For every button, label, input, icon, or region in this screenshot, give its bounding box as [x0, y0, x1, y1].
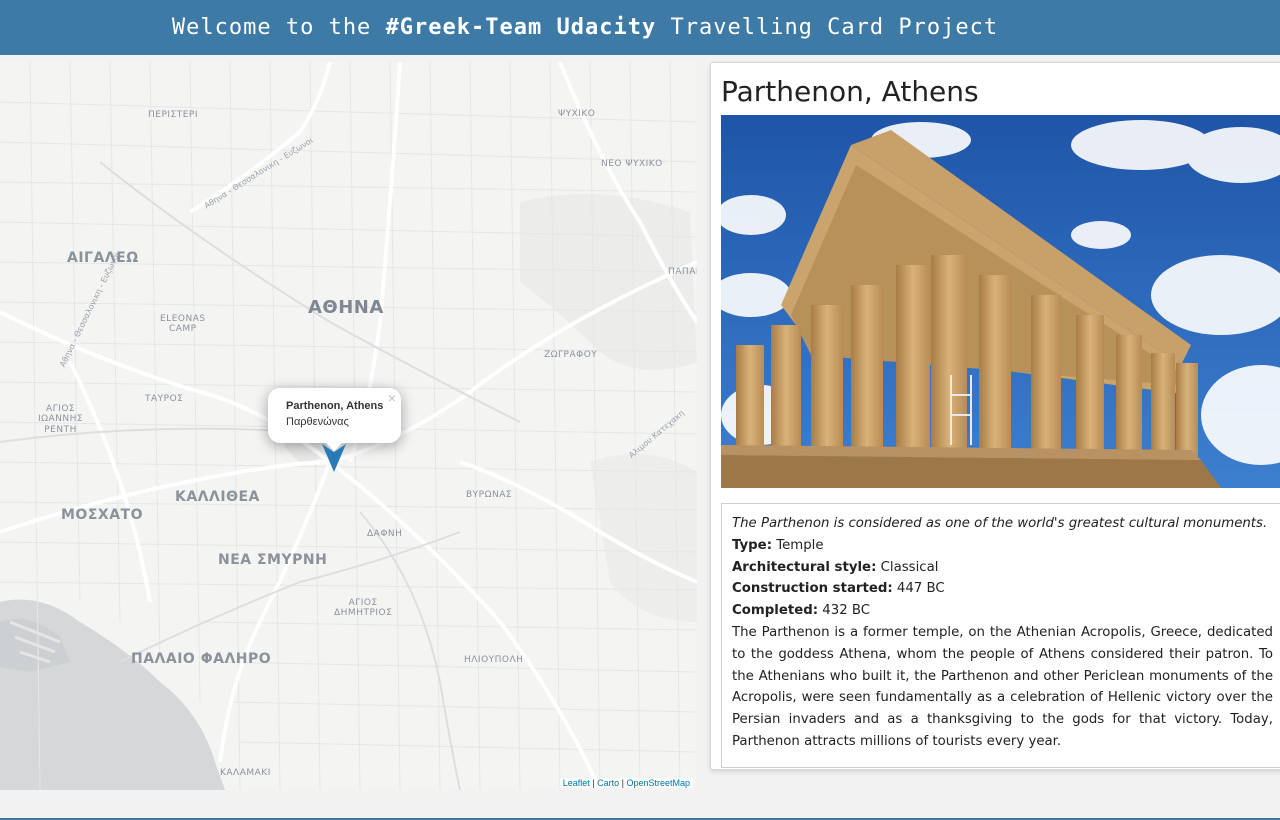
map-popup[interactable]: Parthenon, Athens Παρθενώνας ×	[268, 388, 401, 451]
place-card: Parthenon, Athens The Parthenon is consi…	[710, 62, 1280, 770]
map-label-moschato: ΜΟΣΧΑΤΟ	[61, 507, 143, 523]
description-intro: The Parthenon is considered as one of th…	[732, 516, 1268, 531]
popup-close-button[interactable]: ×	[388, 390, 396, 406]
map-label-agios-dimitrios: ΑΓΙΟΣ ΔΗΜΗΤΡΙΟΣ	[334, 598, 393, 619]
map-view[interactable]: ΠΕΡΙΣΤΕΡΙ ΨΥΧΙΚΟ ΝΕΟ ΨΥΧΙΚΟ ΑΙΓΑΛΕΩ ELEO…	[0, 62, 697, 790]
openstreetmap-link[interactable]: OpenStreetMap	[626, 778, 690, 788]
leaflet-link[interactable]: Leaflet	[563, 778, 590, 788]
map-label-neo-psychiko: ΝΕΟ ΨΥΧΙΚΟ	[601, 159, 663, 169]
map-label-eleonas: ELEONAS CAMP	[160, 314, 206, 335]
fact-type: Type: Temple	[732, 537, 824, 553]
map-label-kalamaki: ΚΑΛΑΜΑΚΙ	[220, 768, 271, 778]
page-title: Welcome to the #Greek-Team Udacity Trave…	[171, 15, 999, 40]
card-title: Parthenon, Athens	[721, 75, 979, 108]
map-label-peristeri: ΠΕΡΙΣΤΕΡΙ	[148, 110, 198, 120]
map-label-kallithea: ΚΑΛΛΙΘΕΑ	[175, 489, 260, 505]
map-label-vyronas: ΒΥΡΩΝΑΣ	[466, 490, 513, 500]
fact-completed: Completed: 432 BC	[732, 603, 871, 619]
map-label-papagou: ΠΑΠΑΓ	[668, 267, 697, 277]
carto-link[interactable]: Carto	[597, 778, 619, 788]
map-label-aigaleo: ΑΙΓΑΛΕΩ	[67, 250, 139, 266]
page-header: Welcome to the #Greek-Team Udacity Trave…	[0, 0, 1280, 55]
map-label-dafni: ΔΑΦΝΗ	[367, 529, 403, 539]
description-body: The Parthenon is a former temple, on the…	[732, 624, 1273, 749]
map-label-athina: ΑΘΗΝΑ	[308, 297, 384, 318]
map-attribution: Leaflet | Carto | OpenStreetMap	[559, 778, 693, 788]
map-label-agios-ioannis-renti: ΑΓΙΟΣ ΙΩΑΝΝΗΣ ΡΕΝΤΗ	[38, 404, 84, 435]
popup-title: Parthenon, Athens	[286, 400, 384, 412]
map-marker-icon[interactable]	[322, 444, 346, 476]
parthenon-photo	[721, 115, 1280, 488]
map-label-ilioupoli: ΗΛΙΟΥΠΟΛΗ	[464, 655, 524, 665]
brand-name: #Greek-Team Udacity	[385, 15, 657, 40]
map-label-zografou: ΖΩΓΡΑΦΟΥ	[544, 350, 598, 360]
popup-subtitle: Παρθενώνας	[286, 416, 349, 428]
card-description: The Parthenon is considered as one of th…	[721, 503, 1280, 768]
fact-architectural-style: Architectural style: Classical	[732, 559, 939, 575]
fact-construction-started: Construction started: 447 BC	[732, 581, 945, 597]
map-label-tavros: ΤΑΥΡΟΣ	[145, 394, 184, 404]
map-label-palaio-faliro: ΠΑΛΑΙΟ ΦΑΛΗΡΟ	[131, 651, 272, 667]
map-label-nea-smyrni: ΝΕΑ ΣΜΥΡΝΗ	[218, 552, 328, 568]
map-label-psychiko: ΨΥΧΙΚΟ	[558, 109, 596, 119]
